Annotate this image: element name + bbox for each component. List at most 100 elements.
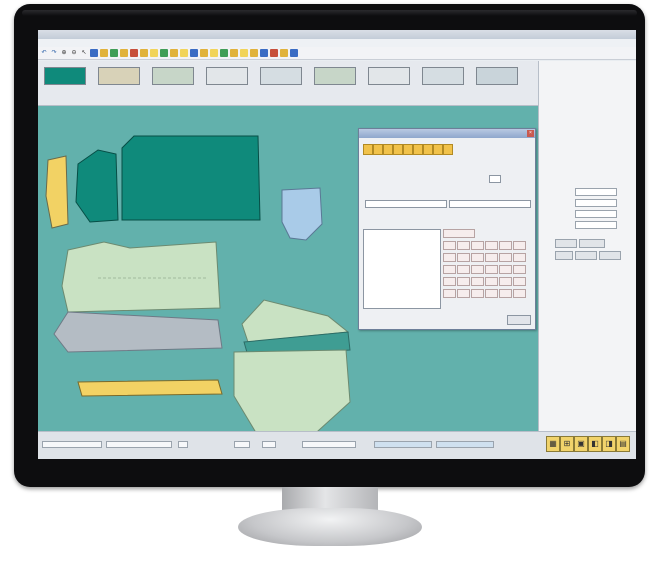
piece-thumbnail[interactable] bbox=[94, 63, 144, 103]
spin-field[interactable] bbox=[489, 175, 501, 183]
grid-cell[interactable] bbox=[513, 265, 526, 274]
doc-icon[interactable] bbox=[413, 144, 423, 155]
line-icon[interactable] bbox=[220, 49, 228, 57]
grid-cell[interactable] bbox=[443, 229, 475, 238]
help-icon[interactable] bbox=[290, 49, 298, 57]
size-grid bbox=[443, 229, 531, 307]
panel-button[interactable] bbox=[579, 239, 605, 248]
grid-cell[interactable] bbox=[443, 265, 456, 274]
grid-cell[interactable] bbox=[471, 265, 484, 274]
panel-button[interactable] bbox=[555, 239, 577, 248]
mirror-icon[interactable]: ◧ bbox=[588, 436, 602, 452]
grade-icon[interactable] bbox=[150, 49, 158, 57]
panel-field[interactable] bbox=[575, 221, 617, 229]
grid-cell[interactable] bbox=[499, 241, 512, 250]
piece-thumbnail[interactable] bbox=[472, 63, 522, 103]
curve-icon[interactable] bbox=[210, 49, 218, 57]
dart-icon[interactable] bbox=[180, 49, 188, 57]
grid-cell[interactable] bbox=[457, 265, 470, 274]
text-icon[interactable] bbox=[240, 49, 248, 57]
panel-field[interactable] bbox=[575, 188, 617, 196]
undo-icon[interactable]: ↶ bbox=[40, 49, 48, 57]
grid-cell[interactable] bbox=[513, 277, 526, 286]
grain-icon[interactable] bbox=[170, 49, 178, 57]
grid-cell[interactable] bbox=[443, 253, 456, 262]
rotate-icon[interactable] bbox=[130, 49, 138, 57]
doc-icon[interactable] bbox=[363, 144, 373, 155]
dropdown-field[interactable] bbox=[365, 200, 447, 208]
piece-thumbnail[interactable] bbox=[364, 63, 414, 103]
open-icon[interactable] bbox=[280, 49, 288, 57]
pen-icon[interactable] bbox=[90, 49, 98, 57]
seam-icon[interactable] bbox=[160, 49, 168, 57]
measure-icon[interactable] bbox=[230, 49, 238, 57]
grid-cell[interactable] bbox=[457, 277, 470, 286]
pleat-icon[interactable] bbox=[190, 49, 198, 57]
point-icon[interactable] bbox=[200, 49, 208, 57]
dropdown-field[interactable] bbox=[449, 200, 531, 208]
hide-icon[interactable] bbox=[250, 49, 258, 57]
grid-cell[interactable] bbox=[443, 289, 456, 298]
doc-icon[interactable] bbox=[443, 144, 453, 155]
status-field bbox=[302, 441, 356, 448]
grid-cell[interactable] bbox=[485, 241, 498, 250]
zoom-in-icon[interactable]: ⊕ bbox=[60, 49, 68, 57]
grid-cell[interactable] bbox=[443, 277, 456, 286]
grid-cell[interactable] bbox=[513, 253, 526, 262]
layout-icon[interactable]: ▤ bbox=[616, 436, 630, 452]
grid-cell[interactable] bbox=[471, 289, 484, 298]
panel-button[interactable] bbox=[575, 251, 597, 260]
grid-cell[interactable] bbox=[499, 265, 512, 274]
piece-icon[interactable]: ▣ bbox=[574, 436, 588, 452]
measure-icon[interactable]: ⊞ bbox=[560, 436, 574, 452]
doc-icon[interactable] bbox=[373, 144, 383, 155]
grid-cell[interactable] bbox=[513, 241, 526, 250]
grid-cell[interactable] bbox=[499, 253, 512, 262]
panel-button[interactable] bbox=[599, 251, 621, 260]
grid-cell[interactable] bbox=[457, 253, 470, 262]
close-icon[interactable]: × bbox=[527, 130, 534, 137]
piece-thumbnail[interactable] bbox=[256, 63, 306, 103]
cut-icon[interactable] bbox=[120, 49, 128, 57]
piece-thumbnail[interactable] bbox=[310, 63, 360, 103]
mirror-icon[interactable] bbox=[140, 49, 148, 57]
doc-icon[interactable] bbox=[433, 144, 443, 155]
doc-icon[interactable] bbox=[423, 144, 433, 155]
notch-icon[interactable] bbox=[110, 49, 118, 57]
list-box[interactable] bbox=[363, 229, 441, 309]
select-icon[interactable]: ↖ bbox=[80, 49, 88, 57]
grid-cell[interactable] bbox=[471, 253, 484, 262]
grid-cell[interactable] bbox=[513, 289, 526, 298]
print-icon[interactable] bbox=[260, 49, 268, 57]
grid-cell[interactable] bbox=[457, 289, 470, 298]
zoom-out-icon[interactable]: ⊖ bbox=[70, 49, 78, 57]
piece-thumbnail[interactable] bbox=[40, 63, 90, 103]
grid-cell[interactable] bbox=[471, 241, 484, 250]
ok-button[interactable] bbox=[507, 315, 531, 325]
piece-thumbnail[interactable] bbox=[202, 63, 252, 103]
redo-icon[interactable]: ↷ bbox=[50, 49, 58, 57]
panel-button[interactable] bbox=[555, 251, 573, 260]
panel-field[interactable] bbox=[575, 199, 617, 207]
grid-cell[interactable] bbox=[485, 277, 498, 286]
grid-cell[interactable] bbox=[485, 289, 498, 298]
grid-icon[interactable]: ▦ bbox=[546, 436, 560, 452]
piece-thumbnail[interactable] bbox=[148, 63, 198, 103]
panel-field[interactable] bbox=[575, 210, 617, 218]
save-icon[interactable] bbox=[270, 49, 278, 57]
piece-thumbnail-shape bbox=[44, 67, 86, 85]
fold-icon[interactable]: ◨ bbox=[602, 436, 616, 452]
ruler-icon[interactable] bbox=[100, 49, 108, 57]
grid-cell[interactable] bbox=[499, 289, 512, 298]
grid-cell[interactable] bbox=[499, 277, 512, 286]
grid-cell[interactable] bbox=[485, 265, 498, 274]
grid-cell[interactable] bbox=[457, 241, 470, 250]
grid-cell[interactable] bbox=[443, 241, 456, 250]
doc-icon[interactable] bbox=[393, 144, 403, 155]
grid-cell[interactable] bbox=[485, 253, 498, 262]
doc-icon[interactable] bbox=[403, 144, 413, 155]
piece-thumbnail-shape bbox=[314, 67, 356, 85]
doc-icon[interactable] bbox=[383, 144, 393, 155]
piece-thumbnail[interactable] bbox=[418, 63, 468, 103]
grid-cell[interactable] bbox=[471, 277, 484, 286]
